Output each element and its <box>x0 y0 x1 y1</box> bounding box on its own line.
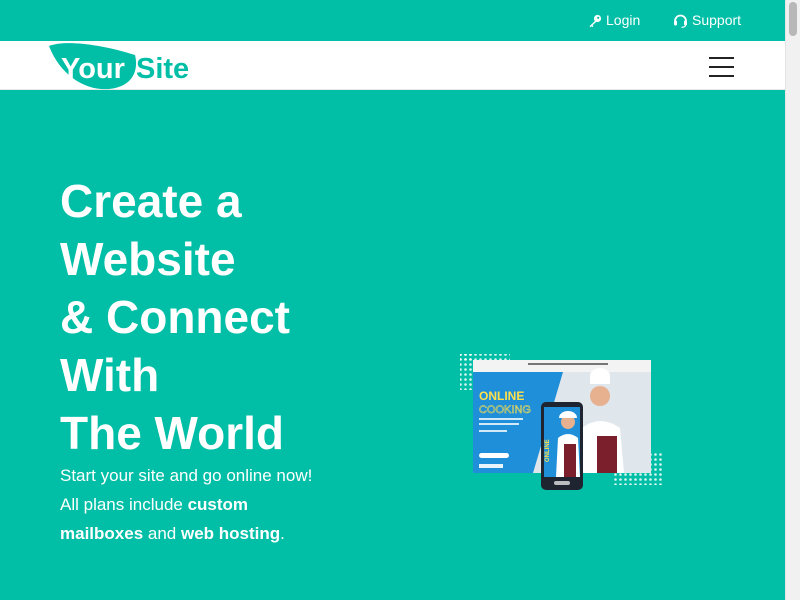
logo-text-site: Site <box>136 53 189 85</box>
hero-title-line: & Connect <box>60 291 290 343</box>
page: Login Support Your Site Create a Website… <box>0 0 785 600</box>
hero-title: Create a Website & Connect With The Worl… <box>60 172 400 462</box>
hero-text-part1: All plans include <box>60 495 188 514</box>
hamburger-bar <box>709 75 734 77</box>
hero-text-bold-custom: custom <box>187 495 249 514</box>
banner-title: ONLINE <box>479 389 524 403</box>
hamburger-bar <box>709 66 734 68</box>
hero-text-line1: Start your site and go online now! <box>60 466 313 485</box>
site-logo[interactable]: Your Site <box>47 41 197 90</box>
headset-icon <box>673 13 688 28</box>
login-link[interactable]: Login <box>588 12 640 29</box>
hero-description: Start your site and go online now! All p… <box>60 461 340 548</box>
hero-text-part2: and <box>143 524 181 543</box>
key-icon <box>588 14 602 28</box>
hero-illustration: ONLINE COOKING ONLINE <box>458 352 668 492</box>
hamburger-bar <box>709 57 734 59</box>
site-header: Your Site <box>0 41 785 90</box>
page-scrollbar[interactable] <box>785 0 800 600</box>
phone-mockup-image: ONLINE <box>541 402 583 490</box>
top-bar: Login Support <box>0 0 785 41</box>
hero-title-line: Create a <box>60 175 242 227</box>
hero-text-part3: . <box>280 524 285 543</box>
menu-toggle-button[interactable] <box>709 57 735 77</box>
phone-label: ONLINE <box>545 439 551 462</box>
hero-title-line: The World <box>60 407 285 459</box>
logo-text-your: Your <box>61 53 125 85</box>
support-link[interactable]: Support <box>673 12 741 29</box>
hero-title-line: With <box>60 349 160 401</box>
login-label: Login <box>606 12 641 28</box>
hero-title-line: Website <box>60 233 236 285</box>
scrollbar-thumb[interactable] <box>789 2 797 36</box>
hero-text-bold-mailboxes: mailboxes <box>60 524 144 543</box>
support-label: Support <box>692 12 742 28</box>
banner-subtitle: COOKING <box>479 404 531 416</box>
hero-text-bold-web-hosting: web hosting <box>180 524 281 543</box>
